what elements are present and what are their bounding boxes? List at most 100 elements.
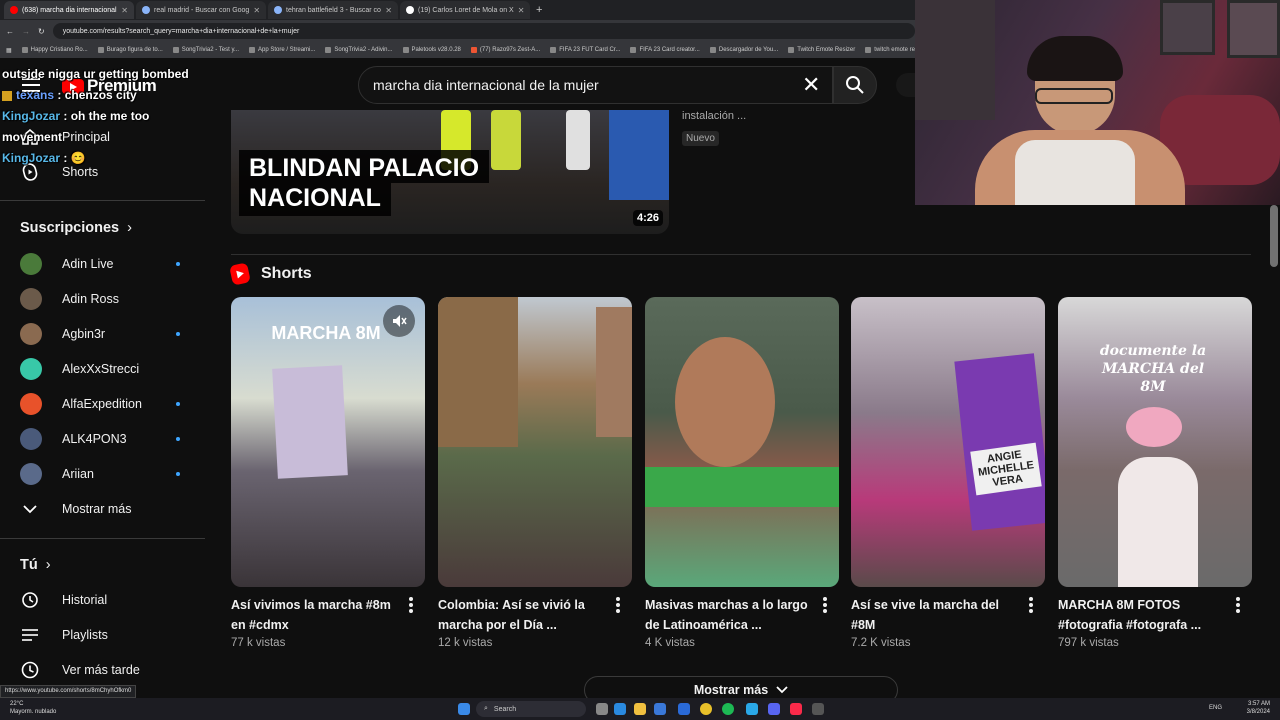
browser-tab[interactable]: (19) Carlos Loret de Mola on X ✕ — [400, 1, 530, 19]
short-overlay-text: documente la MARCHA del 8M — [1099, 343, 1207, 395]
apps-icon[interactable]: ▦ — [6, 47, 12, 54]
bookmark[interactable]: Burago figura de to... — [97, 47, 163, 53]
bookmarks-bar: ▦ Happy Cristiano Ro... Burago figura de… — [0, 42, 915, 58]
language-indicator[interactable]: ENG — [1209, 705, 1222, 711]
bookmark[interactable]: Happy Cristiano Ro... — [21, 47, 88, 53]
clear-search-icon[interactable]: ✕ — [802, 72, 820, 98]
browser-tab[interactable]: real madrid - Buscar con Goog ✕ — [136, 1, 266, 19]
task-view-icon[interactable] — [596, 703, 608, 715]
more-options-icon[interactable] — [1029, 597, 1033, 615]
edge-icon[interactable] — [614, 703, 626, 715]
short-thumbnail[interactable]: documente la MARCHA del 8M — [1058, 297, 1252, 587]
file-explorer-icon[interactable] — [634, 703, 646, 715]
protest-sign — [954, 353, 1045, 531]
more-options-icon[interactable] — [409, 597, 413, 615]
thumbnail-building — [438, 297, 518, 447]
app-icon[interactable] — [746, 703, 758, 715]
scrollbar-thumb[interactable] — [1270, 205, 1278, 267]
voice-search-button[interactable] — [896, 73, 915, 97]
new-content-dot — [176, 262, 180, 266]
back-icon[interactable]: ← — [6, 27, 14, 36]
volume-muted-icon — [393, 315, 407, 327]
more-options-icon[interactable] — [1236, 597, 1240, 615]
search-button[interactable] — [833, 66, 877, 104]
store-icon[interactable] — [678, 703, 690, 715]
new-tab-button[interactable]: + — [536, 4, 542, 16]
sidebar-item-channel[interactable]: AlfaExpedition — [20, 392, 180, 416]
chrome-icon[interactable] — [700, 703, 712, 715]
short-title[interactable]: Así vivimos la marcha #8m en #cdmx — [231, 595, 425, 635]
short-card[interactable]: Colombia: Así se vivió la marcha por el … — [438, 297, 632, 649]
windows-start-icon[interactable] — [458, 703, 470, 715]
sidebar-item-channel[interactable]: ALK4PON3 — [20, 427, 180, 451]
spotify-icon[interactable] — [722, 703, 734, 715]
discord-icon[interactable] — [768, 703, 780, 715]
sidebar-item-channel[interactable]: AlexXxStrecci — [20, 357, 180, 381]
close-tab-icon[interactable]: ✕ — [121, 6, 128, 15]
close-tab-icon[interactable]: ✕ — [385, 6, 392, 15]
bookmark[interactable]: Descargador de You... — [709, 47, 778, 53]
bookmark[interactable]: (77) Razo97s Zest-A... — [470, 47, 540, 53]
bookmark[interactable]: Twitch Emote Resizer — [788, 47, 855, 53]
weather-widget[interactable]: 22°C Mayorm. nublado — [10, 700, 56, 716]
short-thumbnail[interactable]: ANGIE MICHELLE VERA — [851, 297, 1045, 587]
short-title[interactable]: Masivas marchas a lo largo de Latinoamér… — [645, 595, 839, 635]
bookmark[interactable]: SongTrivia2 - Test y... — [172, 47, 239, 53]
close-tab-icon[interactable]: ✕ — [253, 6, 260, 15]
sidebar-item-channel[interactable]: Ariian — [20, 462, 180, 486]
bookmark[interactable]: twitch emote re — [865, 47, 915, 53]
bookmark[interactable]: Paletools v28.0.28 — [402, 47, 461, 53]
chevron-right-icon: › — [45, 557, 51, 573]
mail-icon[interactable] — [654, 703, 666, 715]
video-thumbnail[interactable]: BLINDAN PALACIO NACIONAL 4:26 — [231, 110, 669, 234]
short-card[interactable]: Masivas marchas a lo largo de Latinoamér… — [645, 297, 839, 649]
sidebar-item-playlists[interactable]: Playlists — [20, 623, 108, 647]
mute-button[interactable] — [383, 305, 415, 337]
chat-message: texans : chenzos city — [2, 85, 202, 106]
sidebar-item-channel[interactable]: Adin Ross — [20, 287, 180, 311]
short-thumbnail[interactable] — [645, 297, 839, 587]
you-heading[interactable]: Tú › — [20, 557, 51, 573]
short-title[interactable]: Así se vive la marcha del #8M — [851, 595, 1045, 635]
music-icon[interactable] — [790, 703, 802, 715]
sidebar-item-watch-later[interactable]: Ver más tarde — [20, 658, 140, 682]
chat-badge-icon — [2, 90, 12, 101]
close-tab-icon[interactable]: ✕ — [518, 6, 525, 15]
sidebar-item-channel[interactable]: Agbin3r — [20, 322, 180, 346]
subscriptions-heading[interactable]: Suscripciones › — [20, 220, 132, 236]
reload-icon[interactable]: ↻ — [38, 27, 45, 36]
sidebar-item-channel[interactable]: Adin Live — [20, 252, 180, 276]
short-card[interactable]: MARCHA 8M Así vivimos la marcha #8m en #… — [231, 297, 425, 649]
bookmark[interactable]: FIFA 23 Card creator... — [630, 47, 700, 53]
more-options-icon[interactable] — [616, 597, 620, 615]
thumbnail-person — [1118, 457, 1198, 587]
bookmark[interactable]: App Store / Streami... — [249, 47, 315, 53]
short-card[interactable]: ANGIE MICHELLE VERA Así se vive la march… — [851, 297, 1045, 649]
browser-tab[interactable]: tehran battlefield 3 - Buscar co ✕ — [268, 1, 398, 19]
sidebar-divider — [0, 200, 205, 201]
search-input[interactable]: marcha dia internacional de la mujer — [358, 66, 833, 104]
browser-tab[interactable]: (638) marcha dia internacional ✕ — [4, 1, 134, 19]
bookmark[interactable]: FIFA 23 FUT Card Cr... — [550, 47, 620, 53]
short-title[interactable]: MARCHA 8M FOTOS #fotografia #fotografa .… — [1058, 595, 1252, 635]
short-card[interactable]: documente la MARCHA del 8M MARCHA 8M FOT… — [1058, 297, 1252, 649]
avatar — [20, 358, 42, 380]
app-icon[interactable] — [812, 703, 824, 715]
history-icon — [20, 590, 40, 610]
taskbar-clock[interactable]: 3:57 AM 3/8/2024 — [1247, 700, 1270, 716]
taskbar-search[interactable]: ⌕ Search — [476, 701, 586, 717]
short-thumbnail[interactable] — [438, 297, 632, 587]
more-options-icon[interactable] — [823, 597, 827, 615]
short-title[interactable]: Colombia: Así se vivió la marcha por el … — [438, 595, 632, 635]
sidebar-show-more[interactable]: Mostrar más — [20, 497, 131, 521]
url-field[interactable]: youtube.com/results?search_query=marcha+… — [52, 23, 915, 39]
thumbnail-panel — [609, 110, 669, 200]
bookmark[interactable]: SongTrivia2 - Adivin... — [325, 47, 393, 53]
bookmark-icon — [630, 47, 637, 53]
short-views: 12 k vistas — [438, 637, 493, 649]
short-views: 797 k vistas — [1058, 637, 1119, 649]
watch-later-icon — [20, 660, 40, 680]
short-thumbnail[interactable]: MARCHA 8M — [231, 297, 425, 587]
forward-icon[interactable]: → — [22, 27, 30, 36]
sidebar-item-history[interactable]: Historial — [20, 588, 107, 612]
